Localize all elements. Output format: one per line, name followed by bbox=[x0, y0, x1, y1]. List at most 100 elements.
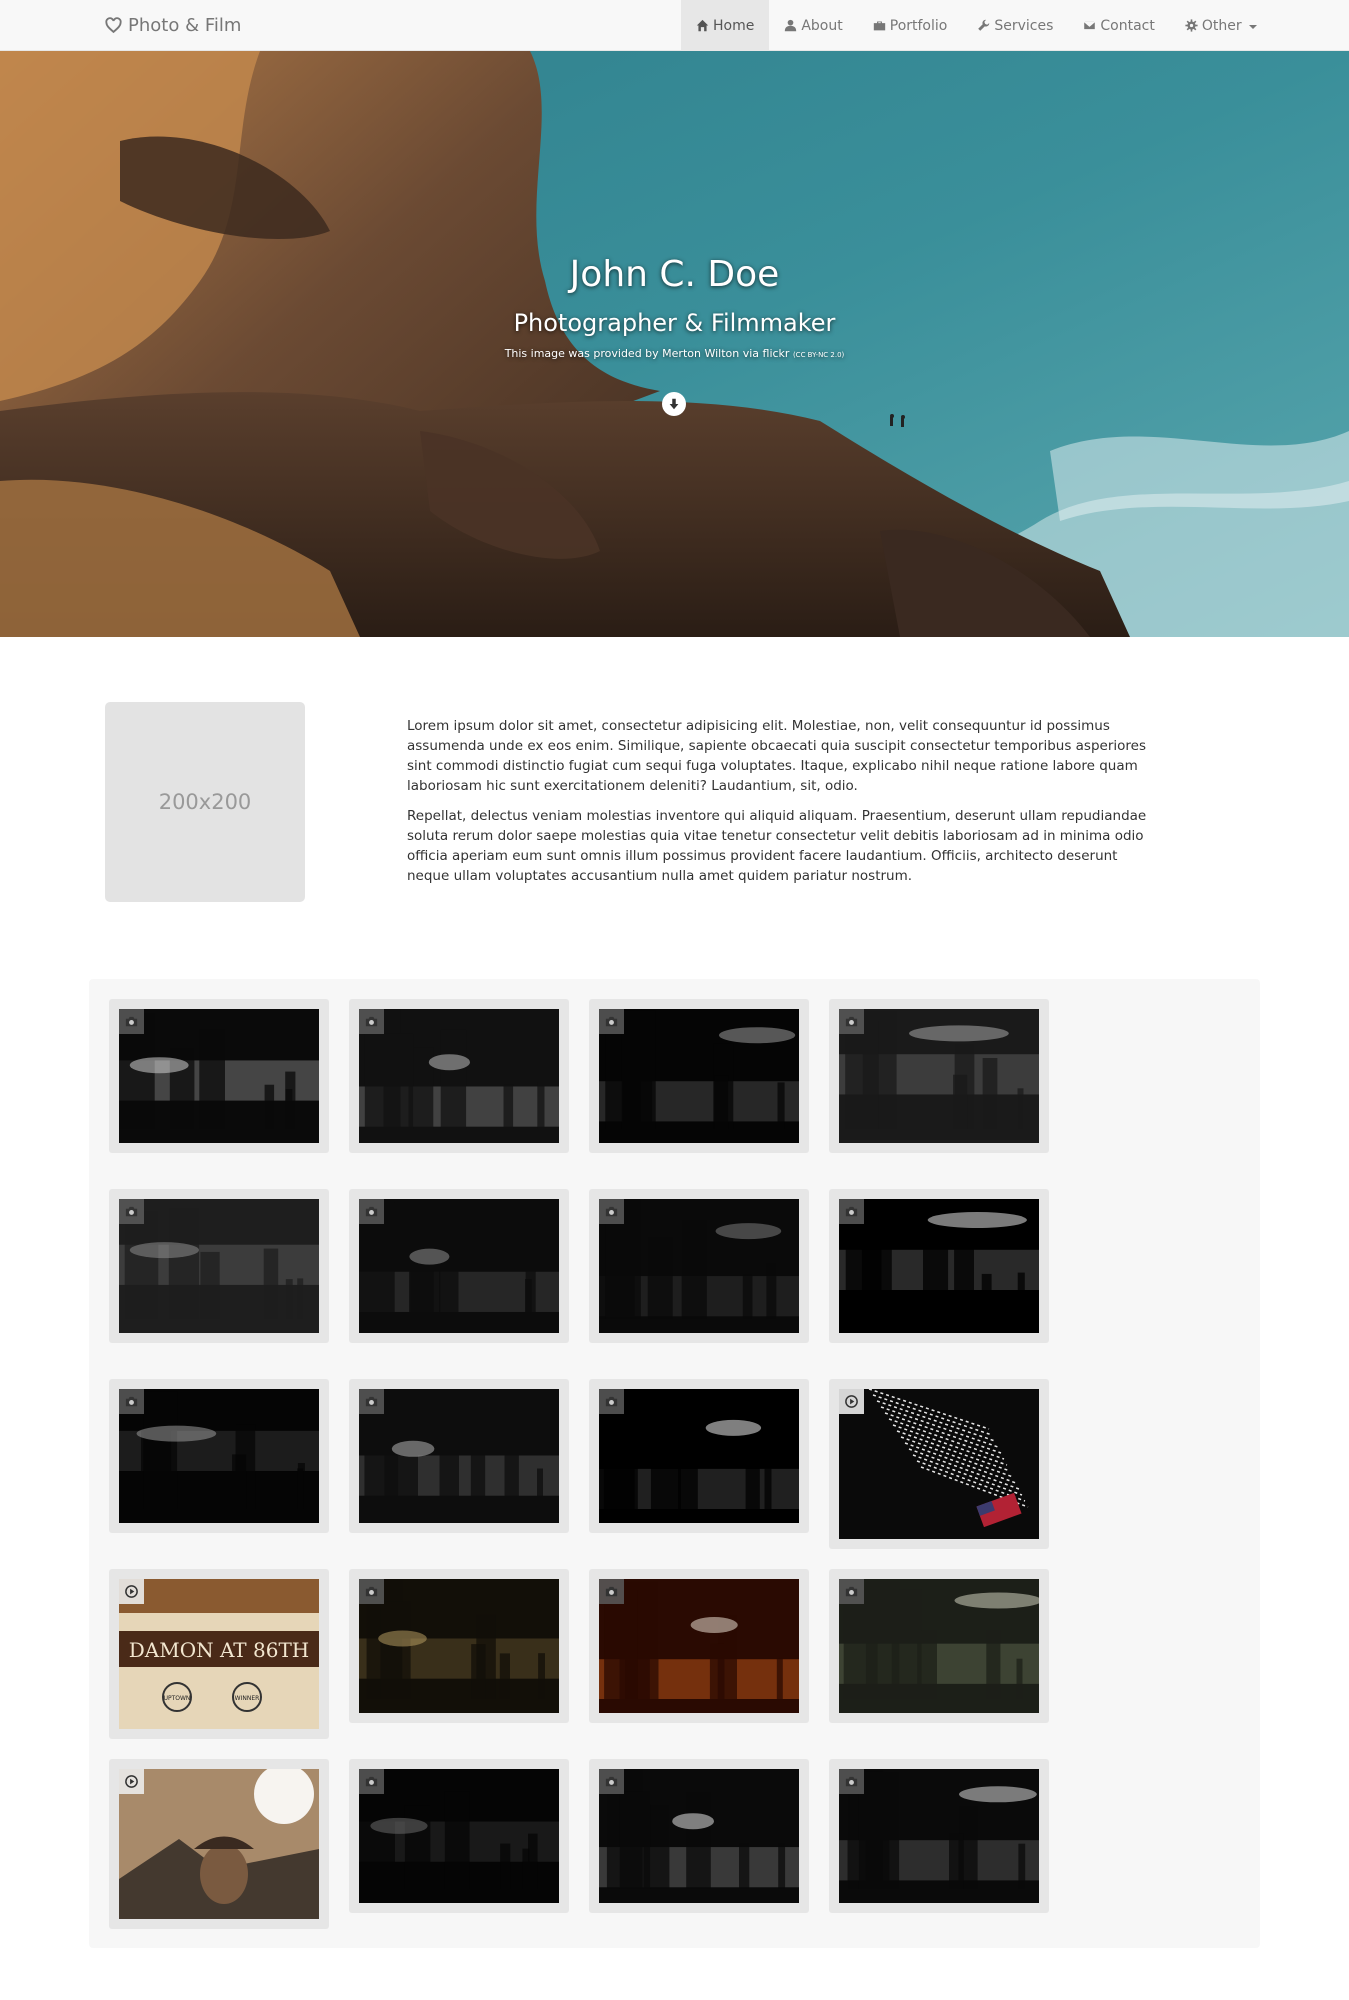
camera-icon bbox=[119, 1009, 144, 1034]
thumbnail-art bbox=[119, 1009, 319, 1143]
thumbnail-image bbox=[359, 1009, 559, 1143]
arrow-down-icon bbox=[669, 398, 679, 410]
thumbnail-art bbox=[119, 1769, 319, 1919]
avatar-placeholder-label: 200x200 bbox=[158, 790, 252, 814]
photo-thumbnail[interactable] bbox=[109, 1189, 329, 1343]
wrench-icon bbox=[978, 19, 990, 31]
thumbnail-art bbox=[119, 1199, 319, 1333]
photo-thumbnail[interactable] bbox=[589, 1189, 809, 1343]
video-thumbnail[interactable] bbox=[109, 1759, 329, 1929]
portfolio-gallery: DAMON AT 86TH UPTOWN WINNER bbox=[89, 979, 1260, 1948]
nav-item-label: About bbox=[801, 17, 843, 34]
photo-thumbnail[interactable] bbox=[589, 1569, 809, 1723]
camera-icon bbox=[599, 1199, 624, 1224]
photo-thumbnail[interactable] bbox=[349, 1189, 569, 1343]
thumbnail-image bbox=[119, 1389, 319, 1523]
nav-item-label: Services bbox=[994, 17, 1054, 34]
photo-thumbnail[interactable] bbox=[589, 1759, 809, 1913]
nav-item-other-dropdown[interactable]: Other bbox=[1170, 0, 1272, 51]
hero-title: John C. Doe bbox=[569, 254, 780, 295]
hero-credit: This image was provided by Merton Wilton… bbox=[0, 347, 1349, 360]
nav-item-portfolio[interactable]: Portfolio bbox=[858, 0, 963, 51]
home-icon bbox=[696, 19, 709, 32]
thumbnail-art bbox=[119, 1389, 319, 1523]
thumbnail-image bbox=[599, 1009, 799, 1143]
thumbnail-art bbox=[599, 1769, 799, 1903]
hero-banner: John C. Doe Photographer & Filmmaker Thi… bbox=[0, 51, 1349, 637]
nav-item-label: Portfolio bbox=[889, 17, 948, 34]
thumbnail-image bbox=[599, 1199, 799, 1333]
thumbnail-art bbox=[839, 1579, 1039, 1713]
video-thumbnail[interactable] bbox=[829, 1379, 1049, 1549]
thumbnail-image bbox=[599, 1389, 799, 1523]
photo-thumbnail[interactable] bbox=[589, 999, 809, 1153]
camera-icon bbox=[359, 1769, 384, 1794]
camera-icon bbox=[839, 1009, 864, 1034]
heart-icon bbox=[105, 17, 122, 34]
hero-credit-text: This image was provided by Merton Wilton… bbox=[504, 347, 790, 360]
main-nav: Home About Portfolio Services Contact Ot… bbox=[681, 0, 1272, 51]
play-icon bbox=[119, 1769, 144, 1794]
thumbnail-image bbox=[839, 1199, 1039, 1333]
nav-item-contact[interactable]: Contact bbox=[1068, 0, 1169, 51]
about-bio: Lorem ipsum dolor sit amet, consectetur … bbox=[407, 716, 1152, 896]
camera-icon bbox=[359, 1579, 384, 1604]
camera-icon bbox=[599, 1579, 624, 1604]
camera-icon bbox=[599, 1769, 624, 1794]
scroll-down-button[interactable] bbox=[662, 392, 686, 416]
thumbnail-art bbox=[839, 1389, 1039, 1539]
thumbnail-art bbox=[599, 1389, 799, 1523]
nav-item-label: Contact bbox=[1100, 17, 1155, 34]
brand-link[interactable]: Photo & Film bbox=[105, 0, 241, 51]
photo-thumbnail[interactable] bbox=[349, 1569, 569, 1723]
svg-text:DAMON AT 86TH: DAMON AT 86TH bbox=[129, 1638, 310, 1662]
nav-item-label: Other bbox=[1201, 17, 1242, 34]
thumbnail-image bbox=[839, 1579, 1039, 1713]
photo-thumbnail[interactable] bbox=[829, 1569, 1049, 1723]
photo-thumbnail[interactable] bbox=[109, 999, 329, 1153]
thumbnail-image bbox=[119, 1009, 319, 1143]
nav-item-home[interactable]: Home bbox=[681, 0, 770, 51]
camera-icon bbox=[839, 1199, 864, 1224]
thumbnail-image bbox=[359, 1579, 559, 1713]
photo-thumbnail[interactable] bbox=[349, 1759, 569, 1913]
nav-item-about[interactable]: About bbox=[769, 0, 857, 51]
thumbnail-art bbox=[839, 1769, 1039, 1903]
thumbnail-art bbox=[359, 1389, 559, 1523]
photo-thumbnail[interactable] bbox=[829, 1759, 1049, 1913]
video-thumbnail[interactable]: DAMON AT 86TH UPTOWN WINNER bbox=[109, 1569, 329, 1739]
thumbnail-image bbox=[839, 1389, 1039, 1539]
thumbnail-image bbox=[839, 1009, 1039, 1143]
photo-thumbnail[interactable] bbox=[829, 999, 1049, 1153]
camera-icon bbox=[359, 1199, 384, 1224]
hero-license: (CC BY-NC 2.0) bbox=[792, 351, 845, 359]
caret-down-icon bbox=[1248, 24, 1257, 29]
svg-text:UPTOWN: UPTOWN bbox=[164, 1695, 191, 1702]
photo-thumbnail[interactable] bbox=[109, 1379, 329, 1533]
thumbnail-image bbox=[839, 1769, 1039, 1903]
thumbnail-art bbox=[839, 1009, 1039, 1143]
thumbnail-art bbox=[599, 1199, 799, 1333]
thumbnail-art bbox=[359, 1009, 559, 1143]
hero-cliff-sea-image bbox=[0, 51, 1349, 637]
thumbnail-image bbox=[599, 1579, 799, 1713]
envelope-icon bbox=[1083, 21, 1096, 30]
camera-icon bbox=[839, 1579, 864, 1604]
photo-thumbnail[interactable] bbox=[349, 999, 569, 1153]
thumbnail-art bbox=[599, 1579, 799, 1713]
camera-icon bbox=[119, 1199, 144, 1224]
thumbnail-image bbox=[119, 1199, 319, 1333]
user-icon bbox=[785, 19, 797, 32]
photo-thumbnail[interactable] bbox=[829, 1189, 1049, 1343]
bio-paragraph: Repellat, delectus veniam molestias inve… bbox=[407, 808, 1147, 884]
thumbnail-image bbox=[359, 1199, 559, 1333]
nav-item-services[interactable]: Services bbox=[962, 0, 1068, 51]
nav-item-label: Home bbox=[713, 17, 755, 34]
thumbnail-image bbox=[599, 1769, 799, 1903]
photo-thumbnail[interactable] bbox=[589, 1379, 809, 1533]
thumbnail-art bbox=[839, 1199, 1039, 1333]
navbar: Photo & Film Home About Portfolio Servic… bbox=[0, 0, 1349, 51]
photo-thumbnail[interactable] bbox=[349, 1379, 569, 1533]
camera-icon bbox=[119, 1389, 144, 1414]
thumbnail-image bbox=[119, 1769, 319, 1919]
